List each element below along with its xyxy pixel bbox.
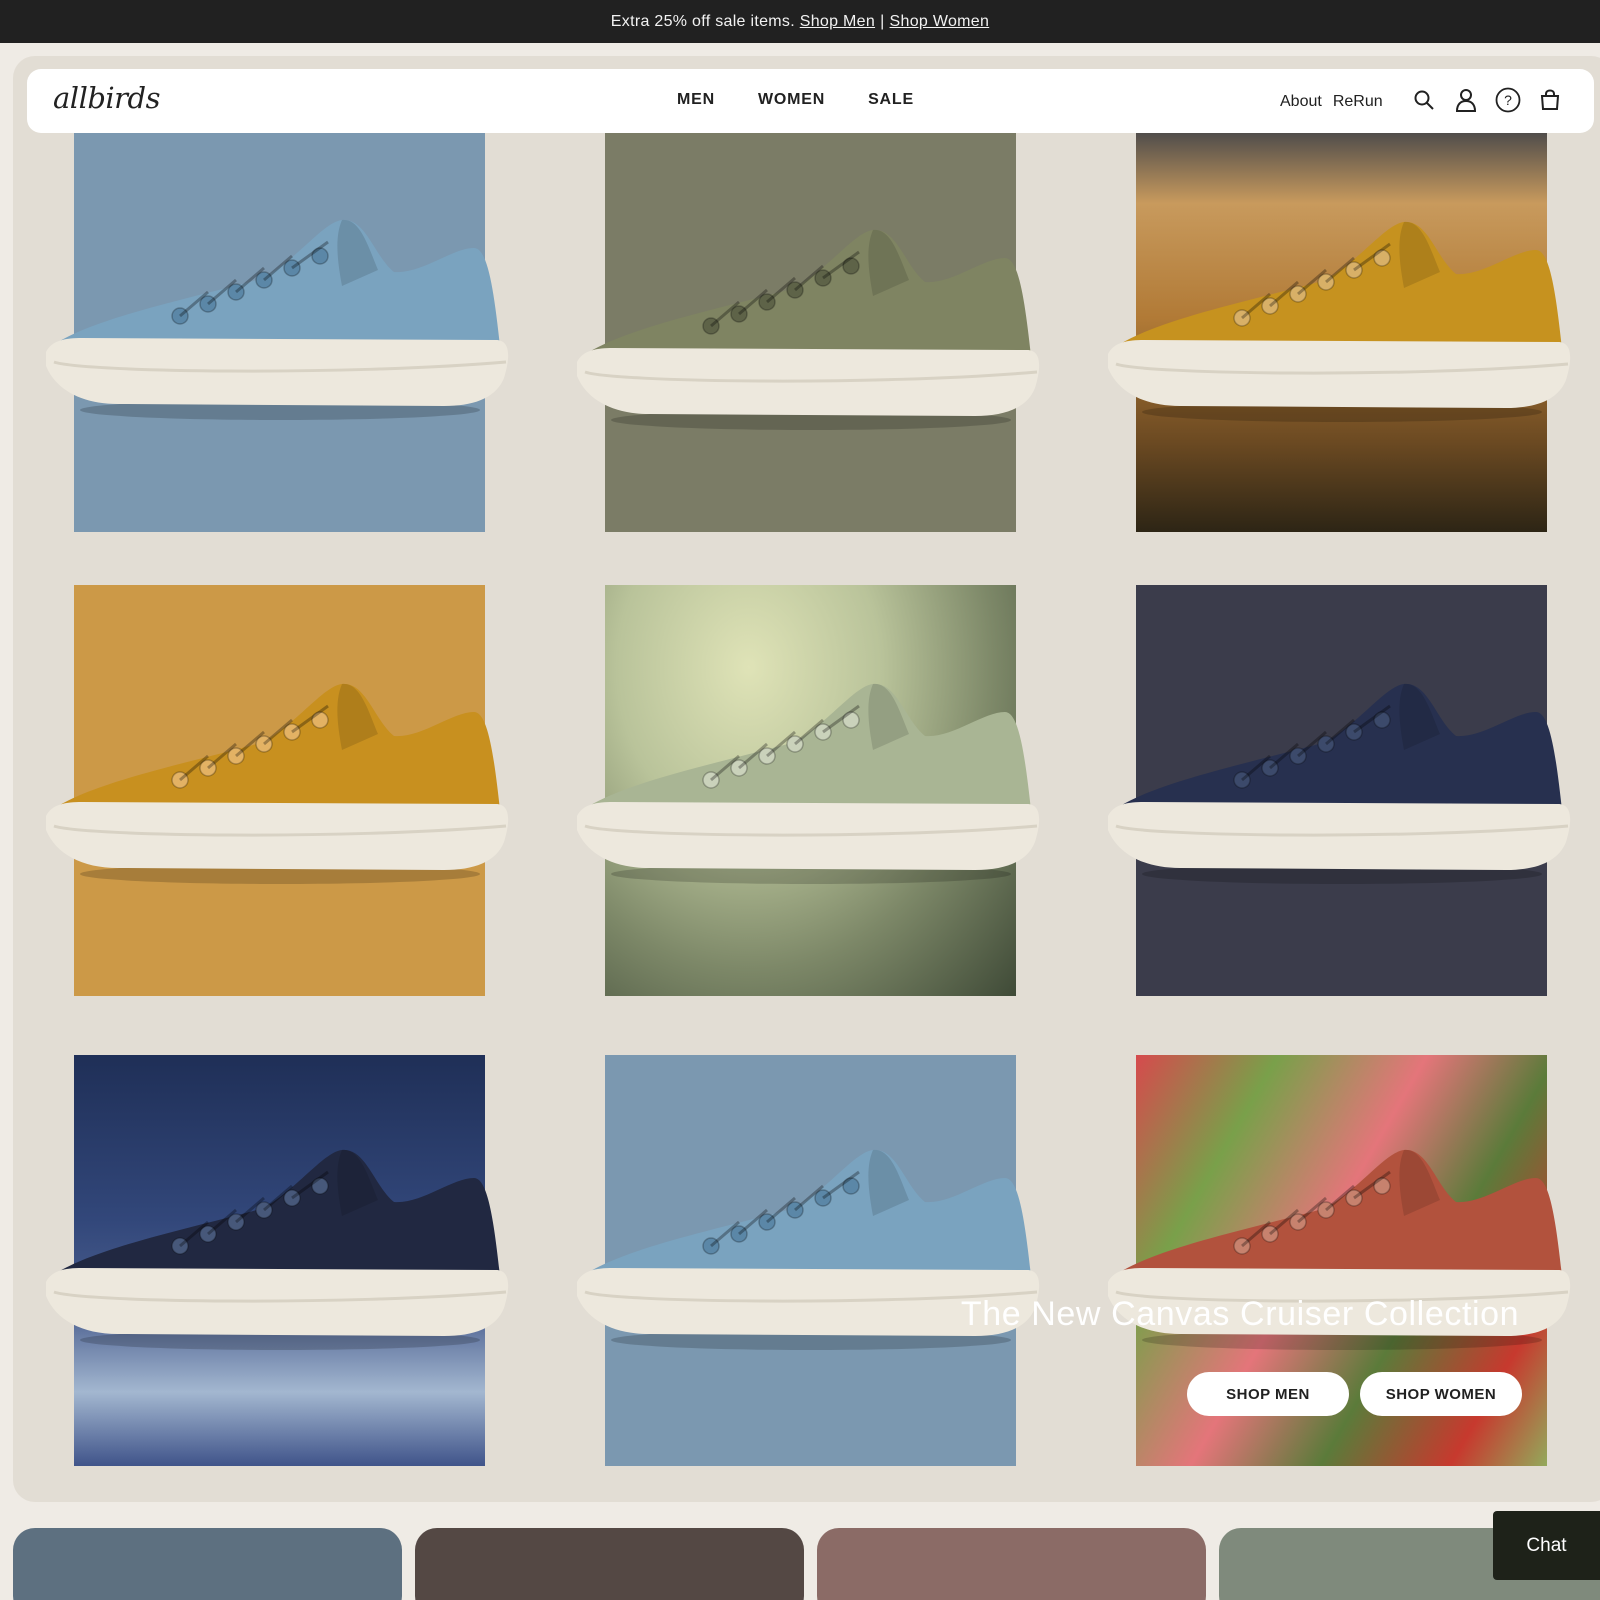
shoe-upper	[589, 683, 1031, 816]
shop-men-button[interactable]: SHOP MEN	[1187, 1372, 1349, 1416]
nav-icons: ?	[1411, 87, 1563, 113]
promo-shop-men-link[interactable]: Shop Men	[800, 13, 875, 31]
shoe-image-6	[1108, 683, 1571, 884]
chat-button[interactable]: Chat	[1493, 1511, 1600, 1580]
shoe-image-7	[46, 1149, 509, 1350]
nav-link-rerun[interactable]: ReRun	[1333, 93, 1383, 111]
search-icon[interactable]	[1411, 87, 1437, 113]
main-navbar: allbirds MEN WOMEN SALE About ReRun ?	[27, 69, 1594, 133]
nav-link-about[interactable]: About	[1280, 93, 1322, 111]
nav-link-women[interactable]: WOMEN	[758, 91, 825, 109]
shoe-upper	[58, 1149, 500, 1282]
promo-text: Extra 25% off sale items.	[610, 12, 795, 30]
shoe-image-3	[1108, 221, 1571, 422]
hero-title: The New Canvas Cruiser Collection	[960, 1295, 1520, 1333]
cart-icon[interactable]	[1537, 87, 1563, 113]
shoe-image-5	[577, 683, 1040, 884]
primary-nav: MEN WOMEN SALE	[677, 91, 914, 109]
account-icon[interactable]	[1453, 87, 1479, 113]
category-card-1[interactable]	[13, 1528, 402, 1600]
category-card-3[interactable]	[817, 1528, 1206, 1600]
shoe-image-4	[46, 683, 509, 884]
shoe-upper	[58, 683, 500, 816]
shoe-upper	[589, 229, 1031, 362]
nav-link-men[interactable]: MEN	[677, 91, 715, 109]
shoe-image-2	[577, 229, 1040, 430]
shoe-image-1	[46, 219, 509, 420]
allbirds-logo[interactable]: allbirds	[53, 81, 161, 115]
promo-bar: Extra 25% off sale items. Shop Men | Sho…	[0, 0, 1600, 43]
shoe-upper	[589, 1149, 1031, 1282]
help-icon[interactable]: ?	[1495, 87, 1521, 113]
shop-women-button[interactable]: SHOP WOMEN	[1360, 1372, 1522, 1416]
shoe-upper	[58, 219, 500, 352]
shoe-upper	[1120, 683, 1562, 816]
nav-link-sale[interactable]: SALE	[868, 91, 914, 109]
shoe-upper	[1120, 221, 1562, 354]
shoe-upper	[1120, 1149, 1562, 1282]
category-card-2[interactable]	[415, 1528, 804, 1600]
promo-shop-women-link[interactable]: Shop Women	[890, 13, 990, 31]
svg-text:?: ?	[1504, 92, 1512, 108]
promo-separator: |	[880, 12, 885, 30]
secondary-nav: About ReRun	[1280, 93, 1383, 111]
